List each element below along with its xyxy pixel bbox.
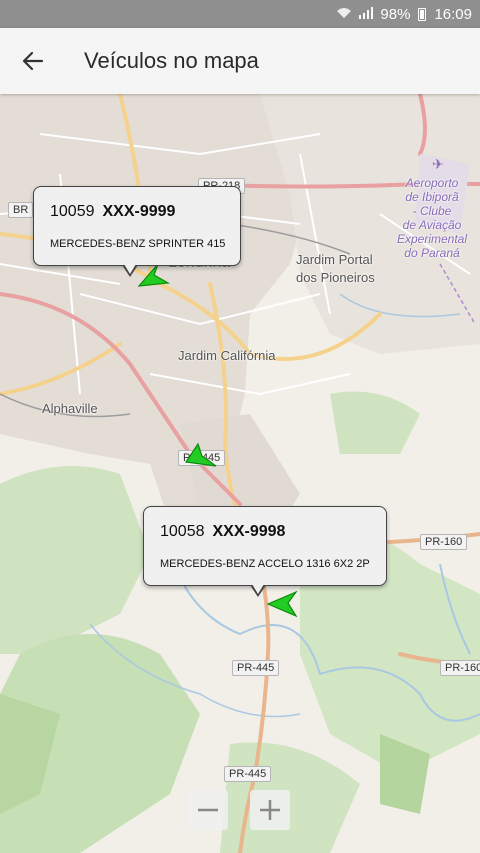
vehicle-marker-10059[interactable] bbox=[136, 262, 170, 290]
arrow-left-icon bbox=[22, 51, 44, 71]
road-shield-pr445-bottom: PR-445 bbox=[224, 766, 272, 782]
bubble-pointer-fill bbox=[252, 584, 264, 594]
vehicle-marker-mid[interactable] bbox=[184, 442, 218, 470]
map-label-airport: Aeroporto de Ibiporã - Clube de Aviação … bbox=[390, 176, 474, 260]
wifi-icon bbox=[336, 7, 352, 22]
vehicle-model: MERCEDES-BENZ ACCELO 1316 6X2 2P bbox=[160, 558, 370, 570]
vehicle-plate: XXX-9998 bbox=[212, 523, 286, 540]
road-shield-pr445-low: PR-445 bbox=[232, 660, 280, 676]
airport-line-6: do Paraná bbox=[404, 246, 460, 260]
map-label-jardim-portal: Jardim Portal bbox=[296, 252, 373, 267]
app-bar: Veículos no mapa bbox=[0, 28, 480, 94]
airport-line-2: de Ibiporã bbox=[405, 190, 459, 204]
battery-icon bbox=[418, 7, 427, 21]
battery-percent: 98% bbox=[380, 5, 411, 23]
vehicle-info-bubble[interactable]: 10059 XXX-9999 MERCEDES-BENZ SPRINTER 415 bbox=[33, 186, 241, 277]
vehicle-id: 10059 bbox=[50, 203, 95, 220]
road-shield-pr160-edge: PR-160 bbox=[440, 660, 480, 676]
road-shield-br: BR bbox=[8, 202, 34, 218]
zoom-in-button[interactable] bbox=[250, 790, 290, 830]
map-view[interactable]: ✈ Jardim Portal dos Pioneiros Jardim Cal… bbox=[0, 94, 480, 853]
airport-line-4: de Aviação bbox=[402, 218, 462, 232]
airport-line-3: - Clube bbox=[412, 204, 452, 218]
signal-icon bbox=[358, 6, 374, 22]
map-label-dos-pioneiros: dos Pioneiros bbox=[296, 270, 375, 285]
vehicle-model: MERCEDES-BENZ SPRINTER 415 bbox=[50, 238, 226, 250]
vehicle-title: 10058 XXX-9998 bbox=[160, 523, 285, 541]
back-button[interactable] bbox=[0, 28, 66, 94]
map-label-alphaville: Alphaville bbox=[42, 401, 98, 416]
clock: 16:09 bbox=[434, 5, 472, 23]
plus-icon bbox=[260, 800, 280, 820]
zoom-out-button[interactable] bbox=[188, 790, 228, 830]
road-shield-pr160: PR-160 bbox=[420, 534, 468, 550]
vehicle-plate: XXX-9999 bbox=[102, 203, 176, 220]
airport-line-5: Experimental bbox=[396, 232, 468, 246]
bubble-pointer-fill bbox=[124, 264, 136, 274]
page-title: Veículos no mapa bbox=[84, 48, 259, 73]
svg-text:✈: ✈ bbox=[432, 157, 444, 173]
vehicle-id: 10058 bbox=[160, 523, 205, 540]
status-bar: 98% 16:09 bbox=[0, 0, 480, 28]
vehicle-title: 10059 XXX-9999 bbox=[50, 203, 175, 221]
vehicle-marker-10058[interactable] bbox=[266, 590, 300, 618]
vehicle-info-bubble[interactable]: 10058 XXX-9998 MERCEDES-BENZ ACCELO 1316 … bbox=[143, 506, 387, 597]
airport-line-1: Aeroporto bbox=[405, 176, 459, 190]
map-label-jardim-california: Jardim Califórnia bbox=[178, 348, 276, 363]
minus-icon bbox=[198, 808, 218, 812]
